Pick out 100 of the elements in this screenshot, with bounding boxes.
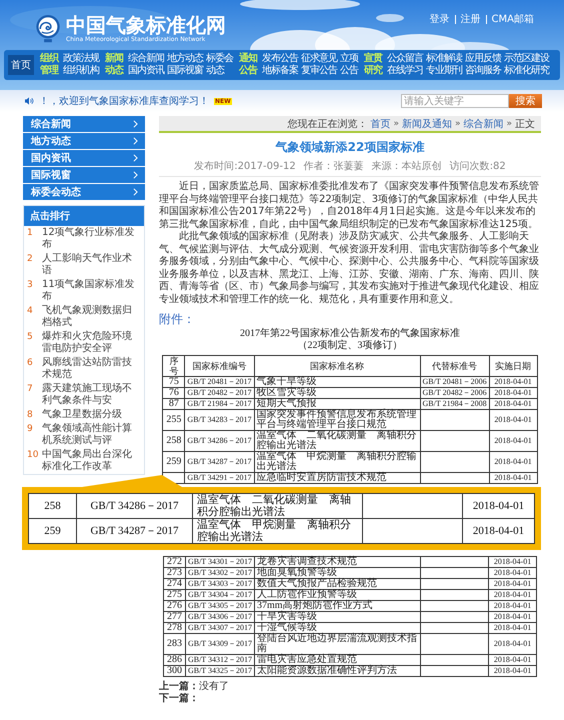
rank-number: 9 [27,423,34,436]
table-cell: GB/T 34312－2017 [188,655,252,664]
table-cell: 2018-04-01 [494,377,532,386]
sidebar-item[interactable]: 地方动态 [23,133,145,149]
nav-link[interactable]: 地标备案 [262,65,298,77]
table-cell: 应急临时安置房防雷技术规范 [256,472,386,483]
nav-link[interactable]: 标准化研究 [504,65,549,77]
nav-link[interactable]: 立项 [340,53,358,65]
table-cell: GB/T 34309－2017 [188,639,252,648]
table-cell: 2018-04-01 [494,601,532,610]
table-cell: GB/T 20481－2006 [422,377,487,386]
nav-group-label: 组织管理 [40,53,60,77]
table-cell: 283 [166,638,182,649]
sidebar-item[interactable]: 国际视窗 [23,167,145,183]
search-button[interactable]: 搜索 [509,94,542,108]
table-cell: 2018-04-01 [494,655,532,664]
rank-number: 6 [27,357,34,370]
nav-link[interactable]: 国内资讯 [128,65,164,77]
nav-link[interactable]: 示范区建设 [504,53,549,65]
rank-number: 8 [27,409,34,421]
table-cell: 2018-04-01 [494,557,532,566]
ranking-link[interactable]: 风廓线雷达站防雷技术规范 [42,357,141,381]
nav-link[interactable]: 征求意见 [301,53,337,65]
table-cell: 气象干旱等级 [256,376,316,387]
ranking-link[interactable]: 中国气象局出台深化标准化工作改革 [42,449,141,473]
table-cell: GB/T 34306－2017 [188,612,252,621]
ranking-link[interactable]: 12项气象行业标准发布 [42,227,141,251]
table-cell: 温室气体 甲烷测量 离轴积分腔输出光谱法 [256,451,416,472]
breadcrumb-separator: » [393,118,399,128]
table-cell: GB/T 34302－2017 [188,568,252,577]
table-cell: 干旱灾害等级 [257,611,318,622]
table-cell: 286 [166,654,182,665]
rank-number: 4 [27,305,34,318]
ranking-link[interactable]: 飞机气象观测数据归档格式 [42,305,141,329]
nav-link[interactable]: 发布公告 [262,53,298,65]
sidebar-item[interactable]: 标委会动态 [23,184,145,200]
top-link[interactable]: 注册 [460,12,481,26]
nav-link[interactable]: 标委会 [206,53,233,65]
ranking-link[interactable]: 露天建筑施工现场不利气象条件与安 [42,383,141,407]
breadcrumb-link[interactable]: 首页 [370,116,390,130]
breadcrumb-current: 正文 [515,118,535,130]
top-link[interactable]: CMA邮箱 [492,12,534,26]
table-cell: 国家突发事件预警信息发布系统管理平台与终端管理平台接口规范 [256,409,416,430]
rank-number: 3 [27,279,34,292]
nav-link[interactable]: 政策法规 [63,53,99,65]
table-cell: 2018-04-01 [472,500,524,512]
speaker-icon [24,97,34,105]
nav-link[interactable]: 综合新闻 [128,53,164,65]
nav-link[interactable]: 复审公告 [301,65,337,77]
table-cell: 温室气体 二氧化碳测量 离轴积分腔输出光谱法 [197,494,351,518]
notice-text[interactable]: ！，欢迎到气象国家标准库查阅学习！ [39,94,209,108]
nav-link[interactable]: 专业期刊 [426,65,462,77]
nav-link[interactable]: 地方动态 [167,53,203,65]
breadcrumb-link[interactable]: 综合新闻 [463,116,504,130]
table-cell: GB/T 34287－2017 [187,457,252,466]
table-cell: 2018-04-01 [494,415,532,424]
table-title: （22项制定、3项修订） [298,340,402,352]
article-paragraph: 此批气象领域的国家标准（见附表）涉及防灾减灾、公共气象服务、人工影响天气、气候监测与评估、大气成分观测、气候资源开发利用、雷电灾害防御等多个气象业务服务领域，分别由气象中心、气候中心、探测中心、公共服务中心、气科院等国家级业务服务单位，以及吉林、黑龙江、上海、江苏、安徽、湖南、广东、海南、四川、陕西、青海等省（区、市）气象局参与编写，其发布实施对于推进气象现代化建设、相应专业领域技术和管理工作的统一化、规范化，具有重要作用和意义。 [159,231,540,306]
nav-link[interactable]: 组织机构 [63,65,99,77]
table-cell: 雷电灾害应急处置规范 [257,654,358,665]
nav-link[interactable]: 国际视窗 [167,65,203,77]
site-title: 中国气象标准化网 [66,14,226,36]
table-cell: 牧区雪灾等级 [256,387,316,398]
table-cell: 255 [166,414,182,425]
table-cell: 273 [166,567,182,578]
nav-link[interactable]: 公告 [340,65,358,77]
search-field[interactable]: 请输入关键字 [401,94,509,108]
chevron-icon [133,171,138,179]
ranking-link[interactable]: 气象卫星数据分级 [42,409,122,421]
table-cell: GB/T 21984－2017 [187,399,252,408]
nav-link[interactable]: 咨询服务 [465,65,501,77]
nav-link[interactable]: 公众留言 [387,53,423,65]
breadcrumb-label: 您现在正在浏览： [287,118,368,130]
sidebar-item[interactable]: 国内资讯 [23,150,145,166]
nav-link[interactable]: 标准解读 [426,53,462,65]
sidebar-item[interactable]: 综合新闻 [23,116,145,132]
nav-link[interactable]: 动态 [206,65,233,77]
breadcrumb-link[interactable]: 新闻及通知 [402,116,452,130]
chevron-icon [133,188,138,196]
nav-link[interactable]: 应用反馈 [465,53,501,65]
top-link[interactable]: 登录 [430,12,450,26]
table-cell: 277 [166,611,182,622]
nav-group-label: 新闻动态 [105,53,124,77]
table-cell: 登陆台风近地边界层湍流观测技术指南 [257,633,418,654]
ranking-link[interactable]: 气象领域高性能计算机系统测试与评 [42,423,141,447]
ranking-link[interactable]: 爆炸和火灾危险环境雷电防护安全评 [42,331,141,355]
pager-link[interactable]: 上一篇：没有了 [159,681,541,693]
table-title: 2017年第22号国家标准公告新发布的气象国家标准 [240,328,460,340]
table-cell: 259 [166,456,182,467]
pager-link[interactable]: 下一篇： [159,693,541,705]
table-cell: 2018-04-01 [494,612,532,621]
home-link[interactable]: 首页 [8,55,34,75]
table-cell: 2018-04-01 [494,568,532,577]
table-cell: GB/T 34303－2017 [188,579,252,588]
ranking-link[interactable]: 11项气象国家标准发布 [42,279,141,303]
nav-link[interactable]: 在线学习 [387,65,423,77]
ranking-link[interactable]: 人工影响天气作业术语 [42,253,141,277]
rank-number: 1 [27,227,34,240]
nav-group-label: 宣贯研究 [364,53,384,77]
table-cell: 地面臭氧预警等级 [257,567,338,578]
